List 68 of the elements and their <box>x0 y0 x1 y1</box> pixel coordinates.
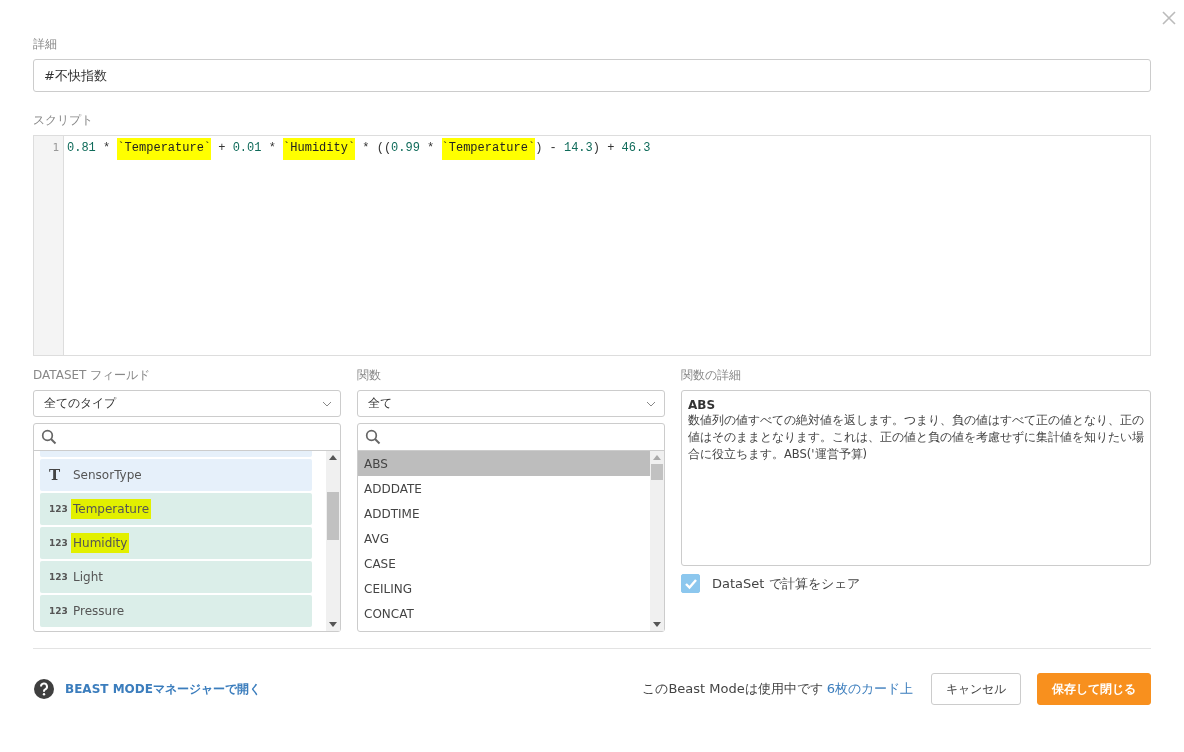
code-operator: ) - <box>535 141 558 155</box>
field-item[interactable]: T SensorType <box>40 459 312 491</box>
function-description: 数値列の値すべての絶対値を返します。つまり、負の値はすべて正の値となり、正の値はそのままとなります。これは、正の値と負の値を考慮せずに集計値を知りたい場合に役立ちます。ABS('運営予算) <box>688 412 1144 463</box>
type-dropdown[interactable]: 全てのタイプ <box>33 390 341 417</box>
code-number: 14.3 <box>563 141 593 155</box>
beast-mode-manager-link[interactable]: BEAST MODEマネージャーで開く <box>65 680 261 698</box>
usage-text: このBeast Modeは使用中です <box>642 680 823 698</box>
scroll-up-icon[interactable] <box>329 455 337 460</box>
scroll-down-icon[interactable] <box>653 622 661 627</box>
scroll-thumb[interactable] <box>651 464 663 480</box>
field-name: Temperature <box>71 499 151 519</box>
share-label: DataSet で計算をシェア <box>712 574 860 593</box>
field-item[interactable]: 123 Humidity <box>40 527 312 559</box>
code-operator: * <box>102 141 112 155</box>
function-item[interactable]: ADDDATE <box>358 476 650 501</box>
field-type-label: 123 <box>49 606 69 616</box>
code-number: 0.01 <box>232 141 262 155</box>
functions-label: 関数 <box>357 367 382 384</box>
field-name: SensorType <box>72 467 143 484</box>
field-name: Light <box>72 569 104 586</box>
function-name: ABS <box>688 398 717 412</box>
details-input[interactable]: #不快指数 <box>33 59 1151 92</box>
code-field: `Temperature` <box>117 138 212 160</box>
code-operator: * <box>426 141 436 155</box>
function-item[interactable]: ADDTIME <box>358 501 650 526</box>
function-item[interactable]: ABS <box>358 451 650 476</box>
field-type-label: T <box>49 466 62 484</box>
field-name: Humidity <box>71 533 130 553</box>
field-item[interactable]: 123 Pressure <box>40 595 312 627</box>
field-type-label: 123 <box>49 504 69 514</box>
help-icon[interactable] <box>33 678 55 700</box>
code-number: 46.3 <box>621 141 651 155</box>
field-item[interactable]: 123 Temperature <box>40 493 312 525</box>
chevron-icon <box>646 400 656 407</box>
script-editor[interactable]: 1 0.81 * `Temperature` + 0.01 * `Humidity` * ((0.99 * `Temperature`) - 14.3) + 46.3 <box>33 135 1151 356</box>
scrollbar[interactable] <box>650 451 664 631</box>
script-label: スクリプト <box>33 112 94 129</box>
details-label: 詳細 <box>33 36 58 53</box>
cancel-button[interactable]: キャンセル <box>931 673 1021 705</box>
close-icon[interactable] <box>1161 10 1177 26</box>
dataset-fields-label: DATASET フィールド <box>33 367 152 384</box>
line-number: 1 <box>52 141 59 154</box>
scroll-down-icon[interactable] <box>329 622 337 627</box>
function-item[interactable]: CONCAT <box>358 601 650 626</box>
code-number: 0.99 <box>391 141 420 155</box>
field-name: Pressure <box>72 603 126 620</box>
function-item[interactable]: CEILING <box>358 576 650 601</box>
scrollbar[interactable] <box>326 451 340 631</box>
scroll-thumb[interactable] <box>327 492 339 540</box>
code-operator: ) + <box>592 141 616 155</box>
search-icon <box>365 429 381 445</box>
code-operator: + <box>217 141 227 155</box>
function-item[interactable]: AVG <box>358 526 650 551</box>
chevron-icon <box>322 400 332 407</box>
function-category-dropdown[interactable]: 全て <box>357 390 665 417</box>
function-item[interactable]: CASE <box>358 551 650 576</box>
code-operator: * (( <box>361 141 392 155</box>
field-item[interactable]: 123 Light <box>40 561 312 593</box>
code-operator: * <box>267 141 277 155</box>
function-details-label: 関数の詳細 <box>681 367 742 384</box>
code-number: 0.81 <box>67 141 96 155</box>
field-type-label: 123 <box>49 572 69 582</box>
code-field: `Temperature` <box>441 138 536 160</box>
usage-cards-link[interactable]: 6枚のカード上 <box>826 680 913 698</box>
code-field: `Humidity` <box>283 138 356 160</box>
share-checkbox[interactable] <box>681 574 700 593</box>
field-type-label: 123 <box>49 538 69 548</box>
search-icon <box>41 429 57 445</box>
